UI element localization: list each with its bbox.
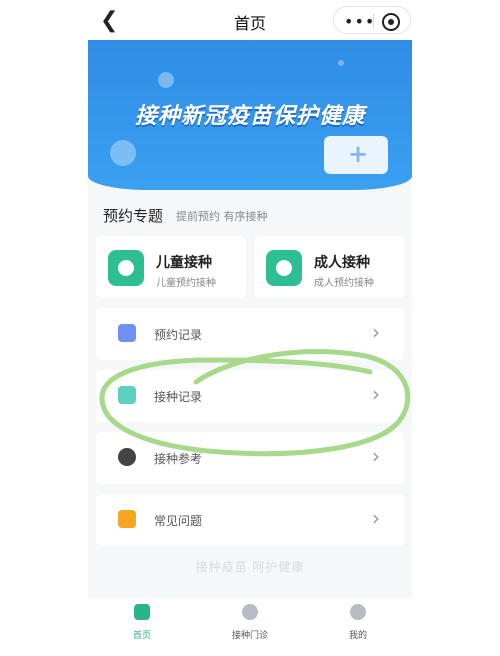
- card-desc: 成人预约接种: [314, 278, 374, 289]
- list-item-appointment-records[interactable]: 预约记录 ›: [96, 308, 404, 360]
- list-item-vaccination-records[interactable]: 接种记录 ›: [96, 370, 404, 422]
- tab-home[interactable]: 首页: [88, 598, 196, 656]
- tab-clinic[interactable]: 接种门诊: [196, 598, 304, 656]
- more-options-icon[interactable]: •••: [344, 12, 375, 31]
- chevron-right-icon: ›: [372, 506, 380, 530]
- top-nav-bar: ❮ 首页 •••: [0, 0, 500, 40]
- close-program-icon[interactable]: [382, 13, 400, 31]
- tab-label: 接种门诊: [231, 631, 268, 641]
- record-icon: [118, 386, 136, 404]
- adult-vaccination-card[interactable]: 成人接种 成人预约接种: [254, 236, 404, 298]
- list-item-label: 接种参考: [154, 452, 203, 466]
- banner-text: 接种新冠疫苗保护健康: [134, 104, 365, 129]
- bottom-tab-bar: 首页 接种门诊 我的: [88, 598, 412, 656]
- banner-indicator: [236, 186, 267, 190]
- chevron-right-icon: ›: [372, 382, 380, 406]
- list-item-label: 预约记录: [154, 328, 203, 342]
- tab-label: 首页: [132, 631, 151, 641]
- clinic-icon: [242, 604, 258, 620]
- vaccine-banner[interactable]: 接种新冠疫苗保护健康: [88, 40, 412, 190]
- home-page: 接种新冠疫苗保护健康 预约专题 提前预约 有序接种 儿童接种 儿童预约接种 成人…: [88, 40, 412, 656]
- child-vaccination-card[interactable]: 儿童接种 儿童预约接种: [96, 236, 246, 298]
- virus-icon: [158, 72, 174, 88]
- section-subtitle: 提前预约 有序接种: [176, 210, 268, 223]
- adult-icon: [266, 250, 302, 286]
- list-item-label: 常见问题: [154, 514, 203, 528]
- child-icon: [108, 250, 144, 286]
- list-item-vaccination-reference[interactable]: 接种参考 ›: [96, 432, 404, 484]
- list-item-faq[interactable]: 常见问题 ›: [96, 494, 404, 546]
- footer-slogan: 接种疫苗 呵护健康: [195, 560, 305, 574]
- reference-icon: [118, 448, 136, 466]
- chevron-right-icon: ›: [372, 444, 380, 468]
- home-icon: [134, 604, 150, 620]
- section-title: 预约专题: [103, 207, 164, 225]
- tab-label: 我的: [348, 631, 367, 641]
- chevron-right-icon: ›: [372, 320, 380, 344]
- card-desc: 儿童预约接种: [156, 278, 216, 289]
- card-title: 成人接种: [314, 255, 370, 271]
- tab-profile[interactable]: 我的: [304, 598, 412, 656]
- profile-icon: [350, 604, 366, 620]
- medical-kit-icon: [324, 136, 388, 174]
- virus-icon: [338, 60, 344, 66]
- calendar-icon: [118, 324, 136, 342]
- list-item-label: 接种记录: [154, 390, 203, 404]
- mini-program-capsule: •••: [333, 6, 411, 34]
- virus-icon: [110, 140, 136, 166]
- faq-icon: [118, 510, 136, 528]
- card-title: 儿童接种: [156, 255, 212, 271]
- capsule-divider: [373, 13, 374, 29]
- page-title: 首页: [233, 14, 266, 33]
